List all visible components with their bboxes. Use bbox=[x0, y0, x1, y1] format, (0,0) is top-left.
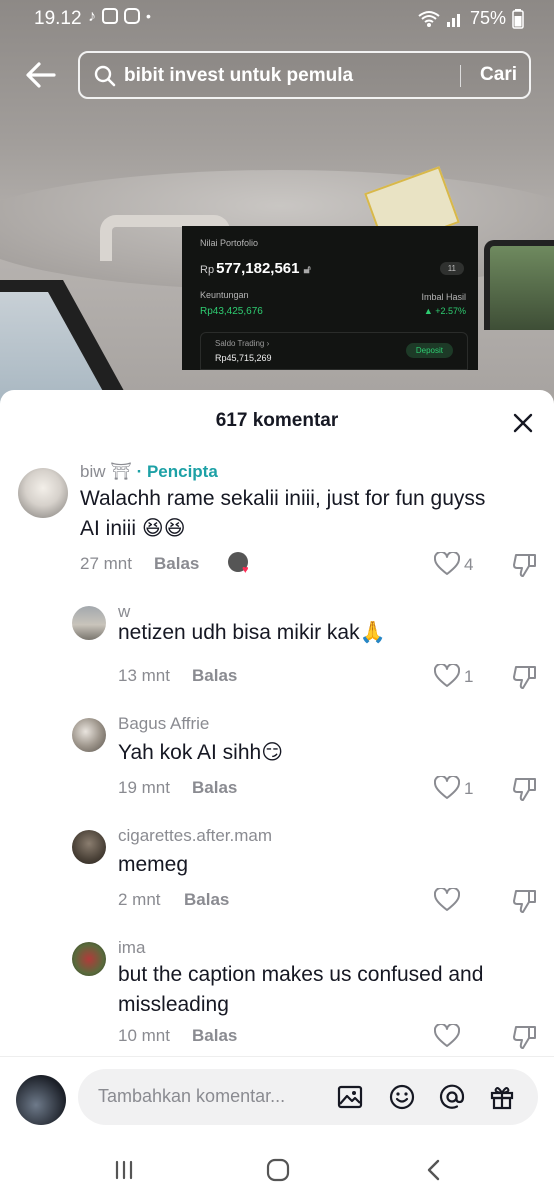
dislike-icon[interactable] bbox=[512, 664, 538, 690]
deposit-badge: Deposit bbox=[405, 343, 453, 358]
home-icon[interactable] bbox=[264, 1156, 292, 1184]
comment-username[interactable]: cigarettes.after.mam bbox=[118, 826, 272, 846]
my-avatar bbox=[16, 1075, 66, 1125]
like-heart-icon[interactable] bbox=[434, 664, 460, 688]
comment-text: but the caption makes us confused and mis… bbox=[118, 960, 483, 1020]
battery-icon bbox=[512, 8, 524, 29]
like-heart-icon[interactable] bbox=[434, 888, 460, 912]
trading-label: Saldo Trading › bbox=[215, 339, 270, 348]
avatar[interactable] bbox=[72, 830, 106, 864]
gain-label: Keuntungan bbox=[200, 290, 249, 300]
avatar[interactable] bbox=[72, 942, 106, 976]
mention-icon[interactable] bbox=[438, 1083, 466, 1111]
dislike-icon[interactable] bbox=[512, 552, 538, 578]
comment-time: 10 mnt bbox=[118, 1026, 170, 1045]
system-icons: 75% bbox=[418, 8, 524, 29]
comment-text: Yah kok AI sihh😏 bbox=[118, 741, 284, 764]
comment-text-line: missleading bbox=[118, 993, 229, 1016]
status-time: 19.12 bbox=[34, 8, 82, 29]
comment-time: 2 mnt bbox=[118, 890, 161, 909]
creator-tag: · Pencipta bbox=[136, 462, 218, 481]
reply-button[interactable]: Balas bbox=[184, 890, 229, 910]
image-icon[interactable] bbox=[336, 1083, 364, 1111]
trading-balance: Saldo Trading › Rp45,715,269 Deposit bbox=[200, 332, 468, 370]
comment-time: 19 mnt bbox=[118, 778, 170, 797]
comment-username[interactable]: Bagus Affrie bbox=[118, 714, 209, 734]
portfolio-label: Nilai Portofolio bbox=[200, 238, 259, 248]
like-heart-icon[interactable] bbox=[434, 552, 460, 576]
like-count: 1 bbox=[464, 779, 474, 798]
search-input[interactable]: bibit invest untuk pemula bbox=[124, 65, 353, 87]
comment-input-placeholder: Tambahkan komentar... bbox=[98, 1086, 286, 1106]
portfolio-amount: 577,182,561 bbox=[216, 260, 300, 277]
search-button[interactable]: Cari bbox=[480, 64, 517, 86]
notification-icons: ♪ • bbox=[88, 8, 151, 26]
reply-button[interactable]: Balas bbox=[192, 1026, 237, 1046]
portfolio-badge: 11 bbox=[439, 262, 464, 275]
lock-icon: 🔓︎ bbox=[303, 264, 311, 276]
comment-text-line: Walachh rame sekalii iniii, just for fun… bbox=[80, 487, 486, 510]
more-notifications-dot: • bbox=[146, 8, 151, 24]
comment-input-area: Tambahkan komentar... bbox=[0, 1056, 554, 1140]
comment-text: netizen udh bisa mikir kak🙏 bbox=[118, 621, 386, 644]
comment-text-line: AI iniii 😆😆 bbox=[80, 517, 186, 540]
username-text: biw ⛩ bbox=[80, 462, 132, 481]
comment-text: Walachh rame sekalii iniii, just for fun… bbox=[80, 484, 485, 544]
like-heart-icon[interactable] bbox=[434, 776, 460, 800]
return-value: ▲ +2.57% bbox=[423, 306, 466, 316]
portfolio-value: Rp 577,182,561 🔓︎ bbox=[200, 260, 311, 277]
wifi-icon bbox=[418, 10, 440, 27]
gain-value: Rp43,425,676 bbox=[200, 306, 263, 317]
reply-button[interactable]: Balas bbox=[192, 666, 237, 686]
navigation-bar bbox=[0, 1140, 554, 1200]
avatar[interactable] bbox=[72, 606, 106, 640]
avatar[interactable] bbox=[18, 468, 68, 518]
like-count: 4 bbox=[464, 555, 474, 574]
instagram-icon bbox=[124, 8, 140, 24]
car-window-right bbox=[484, 240, 554, 330]
reply-button[interactable]: Balas bbox=[192, 778, 237, 798]
avatar[interactable] bbox=[72, 718, 106, 752]
dislike-icon[interactable] bbox=[512, 888, 538, 914]
portfolio-currency: Rp bbox=[200, 264, 215, 276]
close-icon[interactable] bbox=[512, 412, 534, 434]
search-divider bbox=[460, 65, 461, 87]
back-nav-icon[interactable] bbox=[420, 1156, 448, 1184]
signal-icon bbox=[446, 13, 460, 27]
search-icon bbox=[94, 65, 116, 87]
reply-button[interactable]: Balas bbox=[154, 554, 199, 574]
comment-input[interactable]: Tambahkan komentar... bbox=[78, 1069, 538, 1125]
creator-liked-heart-icon: ♥ bbox=[242, 564, 249, 576]
status-bar: 19.12 ♪ • 75% bbox=[0, 0, 554, 40]
gallery-icon bbox=[102, 8, 118, 24]
emoji-icon[interactable] bbox=[388, 1083, 416, 1111]
gift-icon[interactable] bbox=[488, 1083, 516, 1111]
tiktok-icon: ♪ bbox=[88, 8, 96, 25]
trading-value: Rp45,715,269 bbox=[215, 353, 272, 363]
portfolio-card: Nilai Portofolio Rp 577,182,561 🔓︎ 11 Keu… bbox=[182, 226, 478, 370]
like-heart-icon[interactable] bbox=[434, 1024, 460, 1048]
comment-text-line: but the caption makes us confused and bbox=[118, 963, 484, 986]
battery-percent: 75% bbox=[469, 8, 506, 28]
like-count: 1 bbox=[464, 667, 474, 686]
comment-username[interactable]: ima bbox=[118, 938, 145, 958]
comment-time: 27 mnt bbox=[80, 554, 132, 573]
comment-username[interactable]: biw ⛩ · Pencipta bbox=[80, 462, 218, 482]
recent-apps-icon[interactable] bbox=[110, 1156, 138, 1184]
comment-text: memeg bbox=[118, 853, 189, 876]
search-bar[interactable]: bibit invest untuk pemula Cari bbox=[78, 51, 531, 99]
comments-count-title: 617 komentar bbox=[215, 410, 339, 431]
back-arrow-icon[interactable] bbox=[24, 58, 58, 92]
comment-time: 13 mnt bbox=[118, 666, 170, 685]
return-label: Imbal Hasil bbox=[421, 292, 466, 302]
dislike-icon[interactable] bbox=[512, 1024, 538, 1050]
dislike-icon[interactable] bbox=[512, 776, 538, 802]
